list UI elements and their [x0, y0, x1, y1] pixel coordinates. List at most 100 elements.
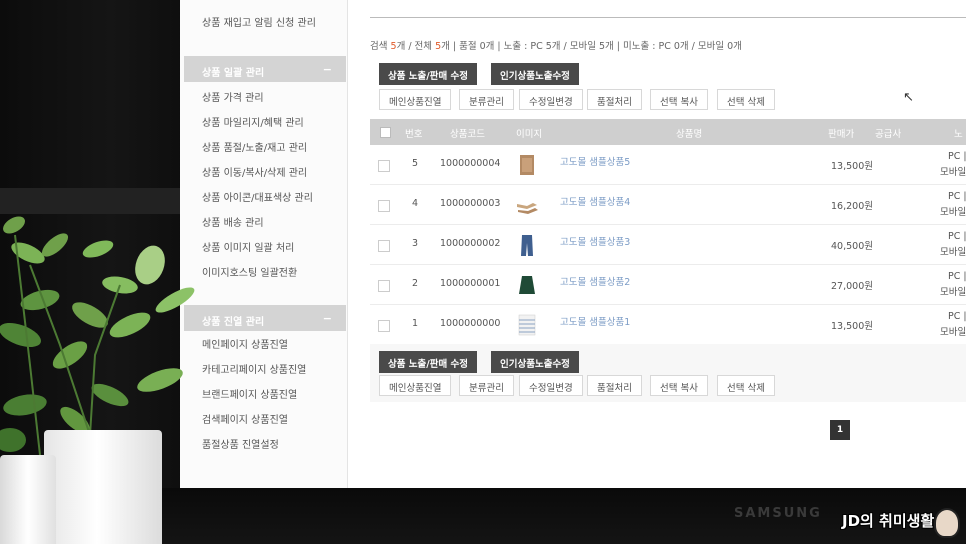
row-number: 2 [412, 278, 419, 289]
change-date-button[interactable]: 수정일변경 [519, 375, 583, 396]
sidebar-item[interactable]: 브랜드페이지 상품진열 [202, 386, 297, 401]
delete-selected-button[interactable]: 선택 삭제 [717, 89, 775, 110]
sidebar-group-title: 상품 일괄 관리 [202, 68, 265, 79]
product-code: 1000000003 [440, 198, 501, 209]
soldout-button[interactable]: 품절처리 [587, 375, 642, 396]
display-status-mobile: 모바일 [940, 287, 966, 298]
monitor-brand-logo: SAMSUNG [734, 506, 822, 521]
copy-selected-button[interactable]: 선택 복사 [650, 89, 708, 110]
sidebar-item-restock-alert[interactable]: 상품 재입고 알림 신청 관리 [202, 14, 316, 29]
category-manage-button[interactable]: 분류관리 [459, 375, 514, 396]
table-row[interactable]: 5 1000000004 고도몰 샘플상품5 13,500원 PC | 모바일 [370, 145, 966, 185]
main-display-button[interactable]: 메인상품진열 [379, 89, 452, 110]
sidebar-item[interactable]: 메인페이지 상품진열 [202, 336, 288, 351]
page-1-button[interactable]: 1 [830, 420, 850, 440]
copy-selected-button[interactable]: 선택 복사 [650, 375, 708, 396]
summary-unit: 개 [396, 41, 406, 52]
sweater-icon [520, 155, 534, 175]
change-date-button[interactable]: 수정일변경 [519, 89, 583, 110]
category-manage-button[interactable]: 분류관리 [459, 89, 514, 110]
sidebar-item[interactable]: 상품 이동/복사/삭제 관리 [202, 164, 307, 179]
display-status-mobile: 모바일 [940, 247, 966, 258]
row-number: 1 [412, 318, 419, 329]
product-code: 1000000000 [440, 318, 501, 329]
display-status-mobile: 모바일 [940, 207, 966, 218]
column-header: 공급사 [875, 129, 902, 140]
row-checkbox[interactable] [378, 320, 390, 332]
delete-selected-button[interactable]: 선택 삭제 [717, 375, 775, 396]
row-checkbox[interactable] [378, 160, 390, 172]
jeans-icon [521, 235, 533, 256]
sidebar-group-bulk[interactable]: 상품 일괄 관리 − [184, 56, 346, 82]
admin-screen: 상품 재입고 알림 신청 관리 상품 일괄 관리 − 상품 가격 관리 상품 마… [180, 0, 966, 488]
divider [370, 17, 966, 18]
display-status: PC | [948, 311, 966, 322]
product-price: 40,500원 [831, 241, 873, 252]
mouse-cursor-icon: ↖ [903, 90, 914, 105]
product-name-link[interactable]: 고도몰 샘플상품1 [560, 314, 630, 328]
product-code: 1000000002 [440, 238, 501, 249]
product-price: 13,500원 [831, 321, 873, 332]
sidebar-item[interactable]: 상품 이미지 일괄 처리 [202, 239, 294, 254]
column-header: 판매가 [828, 129, 855, 140]
column-header: 이미지 [516, 129, 543, 140]
column-header: 상품명 [676, 129, 703, 140]
display-status-mobile: 모바일 [940, 167, 966, 178]
row-number: 3 [412, 238, 419, 249]
sidebar-item[interactable]: 품절상품 진열설정 [202, 436, 279, 451]
sidebar-item[interactable]: 상품 배송 관리 [202, 214, 264, 229]
row-checkbox[interactable] [378, 200, 390, 212]
collapse-icon[interactable]: − [323, 312, 332, 325]
display-status: PC | [948, 191, 966, 202]
plant-pot [44, 430, 162, 544]
column-header: 상품코드 [450, 129, 485, 140]
product-name-link[interactable]: 고도몰 샘플상품5 [560, 154, 630, 168]
product-name-link[interactable]: 고도몰 샘플상품3 [560, 234, 630, 248]
sidebar-item[interactable]: 상품 가격 관리 [202, 89, 264, 104]
sidebar-item[interactable]: 상품 아이콘/대표색상 관리 [202, 189, 313, 204]
table-header: 번호 상품코드 이미지 상품명 판매가 공급사 노 [370, 119, 966, 145]
expose-sale-edit-button[interactable]: 상품 노출/판매 수정 [379, 351, 478, 373]
row-number: 5 [412, 158, 419, 169]
summary-text: 개 | 품절 0개 | 노출 : PC 5개 / 모바일 5개 | 미노출 : … [441, 41, 742, 52]
table-row[interactable]: 4 1000000003 고도몰 샘플상품4 16,200원 PC | 모바일 [370, 185, 966, 225]
shoes-icon [517, 203, 538, 214]
sidebar-item[interactable]: 카테고리페이지 상품진열 [202, 361, 306, 376]
display-status: PC | [948, 231, 966, 242]
product-price: 27,000원 [831, 281, 873, 292]
display-status-mobile: 모바일 [940, 327, 966, 338]
skirt-icon [519, 276, 535, 294]
expose-sale-edit-button[interactable]: 상품 노출/판매 수정 [379, 63, 478, 85]
product-code: 1000000004 [440, 158, 501, 169]
search-summary: 검색 5개 / 전체 5개 | 품절 0개 | 노출 : PC 5개 / 모바일… [370, 38, 742, 52]
product-price: 13,500원 [831, 161, 873, 172]
avatar-icon [934, 508, 960, 538]
main-content: 검색 5개 / 전체 5개 | 품절 0개 | 노출 : PC 5개 / 모바일… [348, 0, 966, 488]
summary-text: / 전체 [405, 41, 436, 52]
product-name-link[interactable]: 고도몰 샘플상품4 [560, 194, 630, 208]
popular-expose-edit-button[interactable]: 인기상품노출수정 [491, 63, 579, 85]
column-header: 번호 [405, 129, 423, 140]
sidebar-item[interactable]: 상품 품절/노출/재고 관리 [202, 139, 307, 154]
display-status: PC | [948, 151, 966, 162]
row-checkbox[interactable] [378, 240, 390, 252]
popular-expose-edit-button[interactable]: 인기상품노출수정 [491, 351, 579, 373]
sidebar-item[interactable]: 검색페이지 상품진열 [202, 411, 288, 426]
sidebar-item[interactable]: 이미지호스팅 일괄전환 [202, 264, 297, 279]
display-status: PC | [948, 271, 966, 282]
product-code: 1000000001 [440, 278, 501, 289]
select-all-checkbox[interactable] [380, 127, 391, 138]
row-checkbox[interactable] [378, 280, 390, 292]
sidebar-group-title: 상품 진열 관리 [202, 317, 265, 328]
main-display-button[interactable]: 메인상품진열 [379, 375, 452, 396]
table-row[interactable]: 3 1000000002 고도몰 샘플상품3 40,500원 PC | 모바일 [370, 225, 966, 265]
product-price: 16,200원 [831, 201, 873, 212]
table-row[interactable]: 2 1000000001 고도몰 샘플상품2 27,000원 PC | 모바일 [370, 265, 966, 305]
product-name-link[interactable]: 고도몰 샘플상품2 [560, 274, 630, 288]
row-number: 4 [412, 198, 419, 209]
sidebar-item[interactable]: 상품 마일리지/혜택 관리 [202, 114, 304, 129]
collapse-icon[interactable]: − [323, 63, 332, 76]
table-row[interactable]: 1 1000000000 고도몰 샘플상품1 13,500원 PC | 모바일 [370, 305, 966, 345]
soldout-button[interactable]: 품절처리 [587, 89, 642, 110]
summary-label: 검색 [370, 41, 388, 52]
